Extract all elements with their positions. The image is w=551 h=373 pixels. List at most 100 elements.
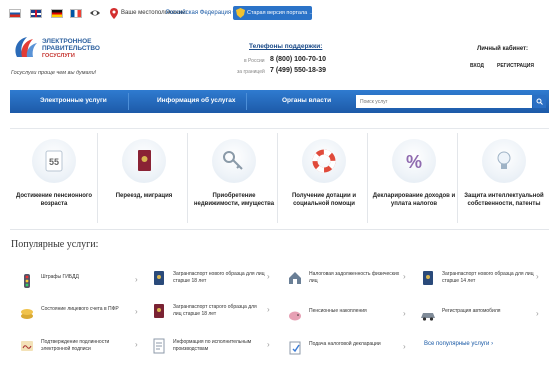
chevron-right-icon: › <box>267 272 270 281</box>
tax-house-icon <box>289 272 301 284</box>
signature-icon <box>21 341 33 351</box>
traffic-light-icon <box>24 274 30 288</box>
logo-line1: ЭЛЕКТРОННОЕ <box>42 38 92 45</box>
nav-services-info[interactable]: Информация об услугах <box>157 97 235 104</box>
category-card-migration[interactable]: Переезд, миграция <box>100 133 188 223</box>
chevron-right-icon: › <box>403 342 406 351</box>
category-card-pension[interactable]: 55 Достижение пенсионного возраста <box>10 133 98 223</box>
passport-icon <box>122 139 166 183</box>
nav-electronic-services[interactable]: Электронные услуги <box>40 97 107 104</box>
service-item[interactable]: Загранпаспорт старого образца для лиц ст… <box>151 301 277 325</box>
document-icon <box>153 338 165 354</box>
top-strip: Ваше местоположение: Российская Федераци… <box>0 0 551 30</box>
support-phones-link[interactable]: Телефоны поддержки: <box>249 43 322 50</box>
service-item[interactable]: Налоговая задолженность физических лиц › <box>287 268 413 292</box>
category-label: Переезд, миграция <box>115 193 173 199</box>
service-item[interactable]: Загранпаспорт нового образца для лиц ста… <box>420 268 546 292</box>
flag-fr-icon[interactable] <box>70 9 82 18</box>
declaration-icon <box>289 341 301 355</box>
chevron-right-icon: › <box>135 307 138 316</box>
logo-line2: ПРАВИТЕЛЬСТВО <box>42 45 100 52</box>
category-label: Получение дотации и социальной помощи <box>291 193 357 207</box>
pension-55-icon: 55 <box>32 139 76 183</box>
chevron-right-icon: › <box>135 275 138 284</box>
flag-de-icon[interactable] <box>51 9 63 18</box>
service-label: Подача налоговой декларации <box>309 341 381 347</box>
piggy-bank-icon <box>289 311 301 321</box>
svg-text:55: 55 <box>49 157 59 167</box>
search-input[interactable] <box>356 95 532 108</box>
flag-ru-icon[interactable] <box>9 9 21 18</box>
category-cards: 55 Достижение пенсионного возраста Перее… <box>10 133 549 223</box>
category-label: Декларирование доходов и уплата налогов <box>372 193 456 207</box>
lifebuoy-icon <box>302 139 346 183</box>
service-item[interactable]: Подача налоговой декларации › <box>287 338 413 362</box>
coins-icon <box>21 309 33 319</box>
login-button[interactable]: ВХОД <box>465 61 489 72</box>
phone1-number: 8 (800) 100-70-10 <box>270 56 327 63</box>
service-label: Налоговая задолженность физических лиц <box>309 271 400 284</box>
category-card-patents[interactable]: Защита интеллектуальной собственности, п… <box>460 133 548 223</box>
cabinet-title: Личный кабинет: <box>477 46 529 52</box>
service-item[interactable]: Состояние лицевого счета в ПФР › <box>19 303 145 327</box>
key-icon <box>212 139 256 183</box>
lightbulb-icon <box>482 139 526 183</box>
phone2-number: 7 (499) 550-18-39 <box>270 67 327 74</box>
category-card-taxes[interactable]: % Декларирование доходов и уплата налого… <box>370 133 458 223</box>
location-dropdown[interactable]: Российская Федерация <box>166 10 235 16</box>
nav-divider <box>246 93 247 110</box>
car-icon <box>421 313 435 321</box>
service-label: Подтверждение подлинности электронной по… <box>41 339 110 352</box>
search-icon <box>536 98 543 105</box>
accessibility-eye-icon[interactable] <box>89 7 101 19</box>
category-label: Достижение пенсионного возраста <box>16 193 92 207</box>
chevron-right-icon: › <box>135 340 138 349</box>
old-version-label: Старая версия портала → <box>247 10 315 16</box>
category-label: Защита интеллектуальной собственности, п… <box>464 193 544 207</box>
old-version-button[interactable]: Старая версия портала → <box>233 6 315 20</box>
service-label: Штрафы ГИБДД <box>41 274 79 280</box>
service-item[interactable]: Пенсионные накопления › <box>287 305 413 329</box>
svg-text:%: % <box>406 152 422 172</box>
nav-divider <box>128 93 129 110</box>
service-item[interactable]: Регистрация автомобиля › <box>420 305 546 329</box>
nav-authorities[interactable]: Органы власти <box>282 97 331 104</box>
service-item[interactable]: Подтверждение подлинности электронной по… <box>19 336 145 360</box>
slogan: Госуслуги проще чем вы думали! <box>11 70 97 76</box>
percent-icon: % <box>392 139 436 183</box>
chevron-right-icon: › <box>403 309 406 318</box>
service-label: Загранпаспорт нового образца для лиц ста… <box>173 271 265 284</box>
flag-uk-icon[interactable] <box>30 9 42 18</box>
chevron-right-icon: › <box>536 272 539 281</box>
chevron-right-icon: › <box>536 309 539 318</box>
section-divider <box>10 128 549 129</box>
gosuslugi-logo-icon[interactable] <box>11 35 39 59</box>
service-label: Пенсионные накопления <box>309 308 367 314</box>
category-card-social[interactable]: Получение дотации и социальной помощи <box>280 133 368 223</box>
popular-services-title: Популярные услуги: <box>11 239 99 250</box>
category-card-property[interactable]: Приобретение недвижимости, имущества <box>190 133 278 223</box>
service-label: Регистрация автомобиля <box>442 308 501 314</box>
service-label: Информация по исполнительным производств… <box>173 339 252 352</box>
service-item[interactable]: Информация по исполнительным производств… <box>151 336 277 360</box>
register-button[interactable]: РЕГИСТРАЦИЯ <box>491 61 540 72</box>
location-pin-icon <box>110 8 118 19</box>
category-label: Приобретение недвижимости, имущества <box>193 193 275 207</box>
passport-icon <box>154 271 164 285</box>
logo-line3: ГОСУСЛУГИ <box>42 53 75 59</box>
shield-icon <box>236 8 245 18</box>
service-label: Состояние лицевого счета в ПФР <box>41 306 119 312</box>
service-item[interactable]: Штрафы ГИБДД › <box>19 271 145 295</box>
phone2-label: за границей <box>237 69 265 75</box>
search-button[interactable] <box>533 95 546 108</box>
passport-icon <box>154 304 164 318</box>
chevron-right-icon: › <box>267 340 270 349</box>
service-label: Загранпаспорт старого образца для лиц ст… <box>173 304 257 317</box>
service-item[interactable]: Загранпаспорт нового образца для лиц ста… <box>151 268 277 292</box>
chevron-right-icon: › <box>267 305 270 314</box>
all-popular-services-link[interactable]: Все популярные услуги <box>424 341 493 347</box>
chevron-right-icon: › <box>403 272 406 281</box>
service-label: Загранпаспорт нового образца для лиц ста… <box>442 271 534 284</box>
phone1-label: в России <box>244 58 265 64</box>
passport-icon <box>423 271 433 285</box>
